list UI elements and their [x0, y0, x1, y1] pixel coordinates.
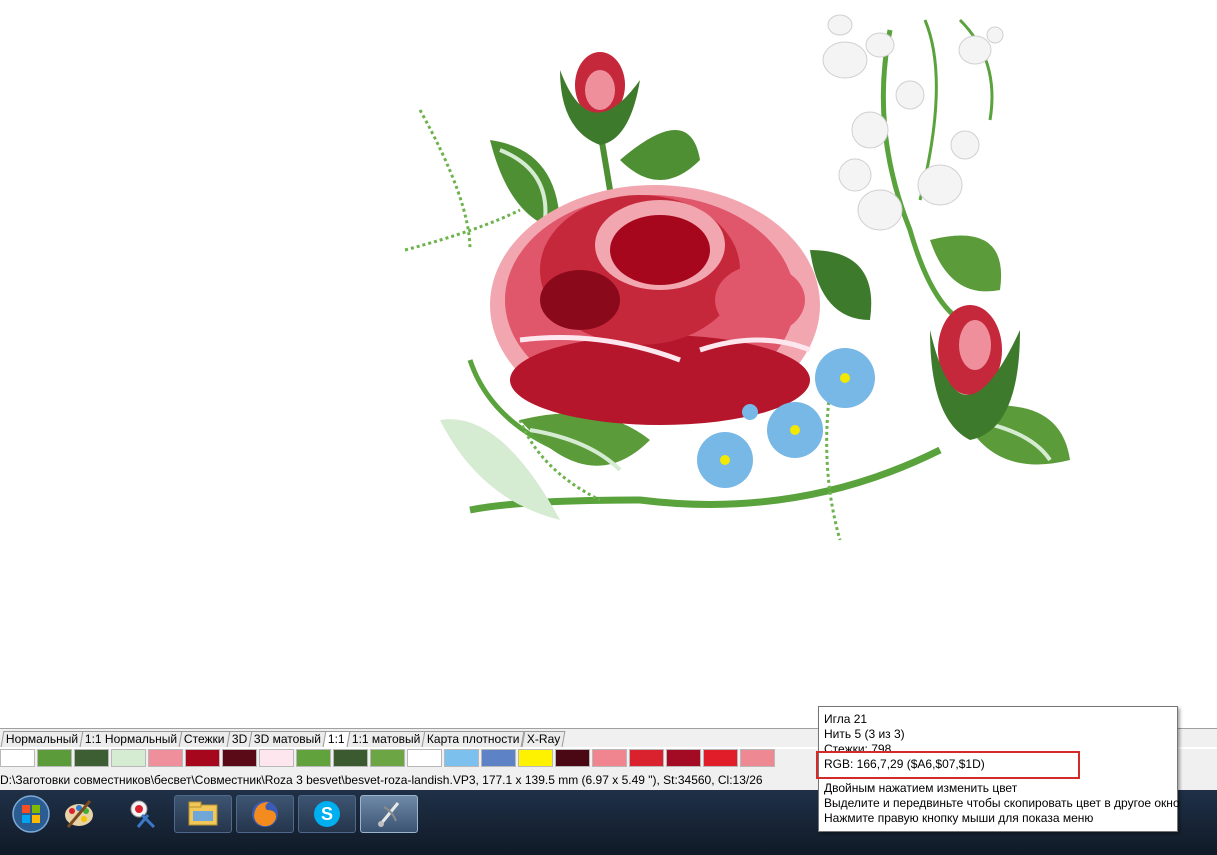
tab-label: X-Ray — [526, 732, 561, 746]
thread-swatch-4[interactable] — [111, 749, 146, 767]
thread-swatch-2[interactable] — [37, 749, 72, 767]
tab-label: Карта плотности — [427, 732, 520, 746]
thread-swatch-17[interactable] — [592, 749, 627, 767]
thread-swatch-16[interactable] — [555, 749, 590, 767]
thread-swatch-3[interactable] — [74, 749, 109, 767]
tab-label: Нормальный — [5, 732, 79, 746]
thread-swatch-5[interactable] — [148, 749, 183, 767]
tab-view-0[interactable]: Нормальный — [0, 731, 84, 747]
thread-swatch-14[interactable] — [481, 749, 516, 767]
tab-label: 1:1 Нормальный — [85, 732, 178, 746]
embroidery-scissors-icon — [130, 800, 156, 829]
tab-view-7[interactable]: Карта плотности — [421, 731, 526, 747]
thread-info-tooltip: Игла 21 Нить 5 (3 из 3) Стежки: 798 RGB:… — [818, 706, 1180, 832]
taskbar-skype[interactable]: S — [298, 795, 356, 833]
tab-view-2[interactable]: Стежки — [178, 731, 231, 747]
thread-swatch-21[interactable] — [740, 749, 775, 767]
tooltip-thread: Нить 5 (3 из 3) — [824, 727, 905, 741]
thread-swatch-18[interactable] — [629, 749, 664, 767]
taskbar-file-explorer[interactable] — [174, 795, 232, 833]
firefox-icon — [252, 801, 278, 827]
tab-label: 3D — [231, 732, 248, 746]
tab-view-6[interactable]: 1:1 матовый — [346, 731, 426, 747]
thread-swatch-6[interactable] — [185, 749, 220, 767]
tab-view-4[interactable]: 3D матовый — [248, 731, 327, 747]
tab-label: Стежки — [184, 732, 225, 746]
tooltip-stitches: Стежки: 798 — [824, 742, 892, 756]
thread-swatch-10[interactable] — [333, 749, 368, 767]
tooltip-hint-drag: Выделите и передвиньте чтобы скопировать… — [824, 796, 1180, 810]
tab-label: 1:1 матовый — [351, 732, 421, 746]
thread-swatch-8[interactable] — [259, 749, 294, 767]
file-explorer-icon — [188, 801, 218, 826]
skype-icon: S — [314, 801, 340, 827]
embroidery-design — [404, 14, 1070, 541]
thread-swatch-7[interactable] — [222, 749, 257, 767]
thread-swatch-12[interactable] — [407, 749, 442, 767]
tooltip-needle: Игла 21 — [824, 712, 868, 726]
embroidery-app-icon — [378, 802, 400, 827]
thread-swatch-19[interactable] — [666, 749, 701, 767]
taskbar-embroidery-tool[interactable] — [112, 795, 170, 833]
embroidery-canvas[interactable] — [0, 0, 1217, 728]
thread-swatch-13[interactable] — [444, 749, 479, 767]
thread-swatch-11[interactable] — [370, 749, 405, 767]
tooltip-hint-right-click: Нажмите правую кнопку мыши для показа ме… — [824, 811, 1094, 825]
tab-label: 1:1 — [328, 732, 345, 746]
thread-swatch-1[interactable] — [0, 749, 35, 767]
thread-swatch-15[interactable] — [518, 749, 553, 767]
tooltip-hint-double-click: Двойным нажатием изменить цвет — [824, 781, 1018, 795]
start-orb-icon — [12, 795, 50, 833]
thread-swatch-20[interactable] — [703, 749, 738, 767]
tab-view-8[interactable]: X-Ray — [521, 731, 566, 747]
paint-palette-icon — [65, 800, 93, 828]
thread-swatch-9[interactable] — [296, 749, 331, 767]
tooltip-rgb: RGB: 166,7,29 ($A6,$07,$1D) — [824, 757, 985, 771]
taskbar-embroidery-app[interactable] — [360, 795, 418, 833]
taskbar-paint[interactable] — [50, 795, 108, 833]
tab-label: 3D матовый — [254, 732, 322, 746]
tab-view-1[interactable]: 1:1 Нормальный — [79, 731, 183, 747]
taskbar-firefox[interactable] — [236, 795, 294, 833]
svg-text:S: S — [321, 804, 333, 824]
